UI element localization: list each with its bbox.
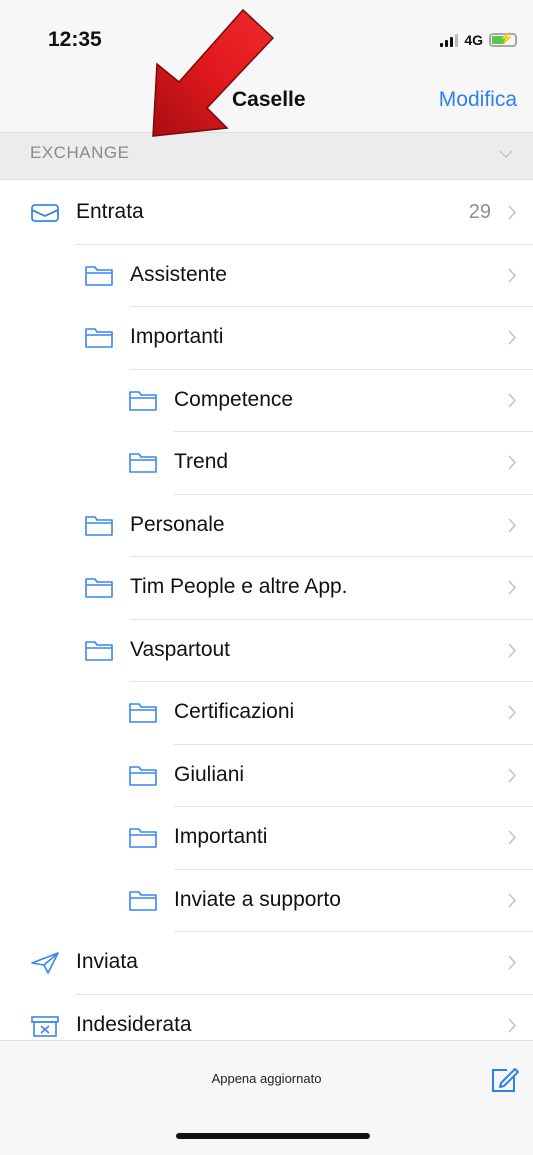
folder-icon	[128, 451, 158, 475]
home-indicator	[176, 1133, 370, 1139]
status-time: 12:35	[48, 28, 102, 51]
mailbox-label: Certificazioni	[174, 700, 295, 723]
mailbox-row[interactable]: Importanti	[0, 307, 533, 370]
mailbox-label: Importanti	[130, 325, 224, 348]
mailbox-label: Indesiderata	[76, 1012, 192, 1036]
chevron-right-icon	[508, 705, 517, 720]
mailbox-label: Vaspartout	[130, 637, 231, 661]
mailbox-row[interactable]: Tim People e altre App.	[0, 557, 533, 620]
folder-icon	[128, 764, 158, 788]
mailbox-row[interactable]: Importanti	[0, 807, 533, 870]
chevron-right-icon	[508, 330, 517, 345]
folder-icon	[84, 326, 114, 350]
chevron-right-icon	[508, 830, 517, 845]
annotation-arrow-icon	[152, 8, 275, 137]
folder-icon	[128, 889, 158, 913]
chevron-right-icon	[508, 392, 517, 408]
chevron-right-icon	[508, 517, 517, 533]
bottom-toolbar: Appena aggiornato	[0, 1040, 533, 1155]
mailbox-row[interactable]: Entrata 29	[0, 182, 533, 245]
edit-button[interactable]: Modifica	[439, 88, 517, 112]
mailbox-row[interactable]: Inviate a supporto	[0, 870, 533, 932]
signal-icon	[440, 33, 459, 47]
mailbox-label: Inviate a supporto	[174, 887, 341, 911]
compose-icon[interactable]	[487, 1063, 521, 1097]
mailbox-row[interactable]: Personale	[0, 495, 533, 557]
mailbox-row[interactable]: Inviata	[0, 932, 533, 995]
folder-icon	[84, 264, 114, 288]
folder-icon	[128, 701, 158, 725]
mailbox-row[interactable]: Competence	[0, 370, 533, 432]
status-indicators: 4G ⚡	[440, 31, 517, 48]
chevron-right-icon	[508, 205, 517, 220]
chevron-right-icon	[508, 580, 517, 595]
mailbox-label: Giuliani	[174, 762, 245, 786]
mailbox-label: Tim People e altre App.	[130, 575, 348, 598]
folder-icon	[84, 639, 114, 663]
mailbox-row[interactable]: Assistente	[0, 245, 533, 307]
mailbox-row[interactable]: Trend	[0, 432, 533, 495]
chevron-right-icon	[508, 1017, 517, 1033]
section-label: EXCHANGE	[30, 143, 130, 162]
mailbox-label: Importanti	[174, 825, 268, 848]
chevron-right-icon	[508, 267, 517, 283]
chevron-right-icon	[508, 455, 517, 470]
chevron-right-icon	[508, 767, 517, 783]
folder-icon	[128, 389, 158, 413]
chevron-right-icon	[508, 642, 517, 658]
folder-icon	[128, 826, 158, 850]
unread-count: 29	[468, 201, 491, 223]
inbox-icon	[30, 201, 60, 225]
chevron-right-icon	[508, 892, 517, 908]
mailbox-row[interactable]: Certificazioni	[0, 682, 533, 745]
mailbox-label: Competence	[174, 387, 294, 411]
update-status: Appena aggiornato	[211, 1071, 322, 1086]
folder-icon	[84, 576, 114, 600]
chevron-right-icon	[508, 955, 517, 970]
mailbox-row[interactable]: Giuliani	[0, 745, 533, 807]
battery-icon: ⚡	[489, 31, 517, 47]
mailbox-label: Trend	[174, 450, 229, 473]
mailbox-label: Personale	[130, 512, 225, 536]
mailbox-label: Entrata	[76, 200, 144, 223]
network-type: 4G	[464, 32, 483, 48]
mailbox-row[interactable]: Vaspartout	[0, 620, 533, 682]
mailbox-label: Assistente	[130, 262, 227, 286]
junk-icon	[30, 1014, 60, 1038]
mailbox-label: Inviata	[76, 950, 138, 973]
mailbox-list: Entrata 29 Assistente Importanti Competence T…	[0, 182, 533, 1057]
folder-icon	[84, 514, 114, 538]
sent-icon	[30, 951, 60, 975]
chevron-down-icon	[499, 150, 513, 159]
